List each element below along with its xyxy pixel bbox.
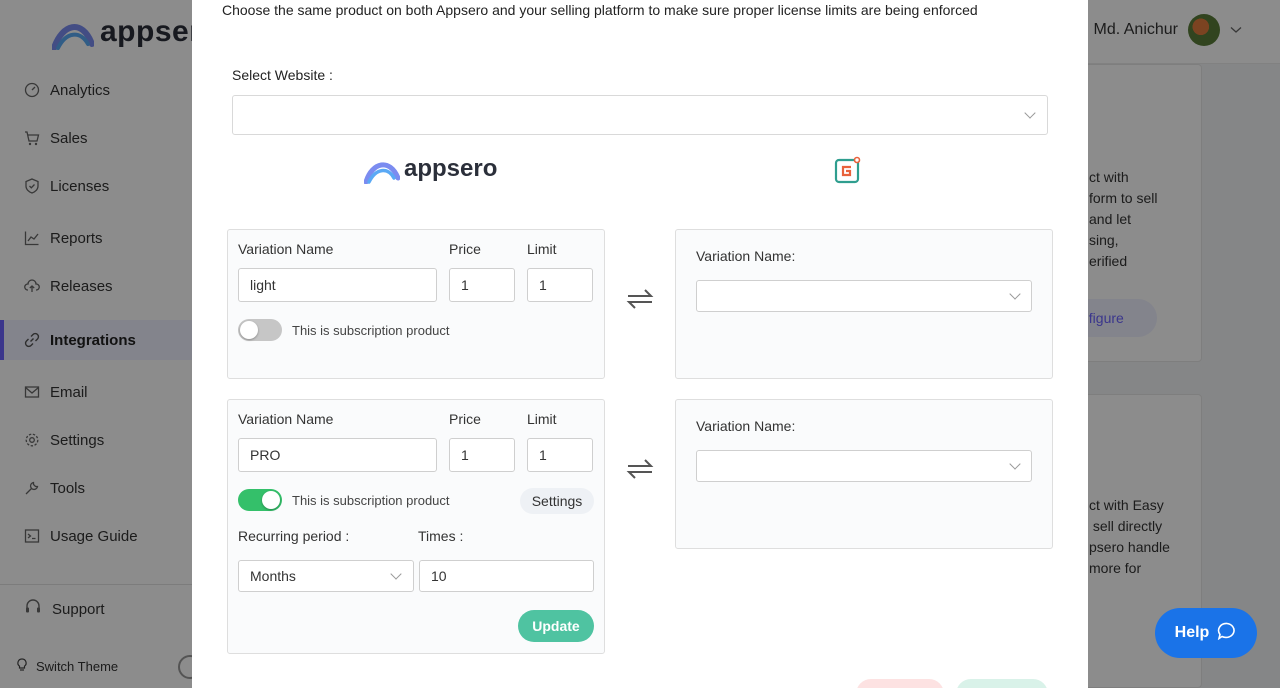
chevron-down-icon — [1009, 288, 1021, 300]
chat-bubble-icon — [1217, 622, 1237, 645]
appsero-logo-text: appsero — [404, 155, 498, 182]
toggle-knob — [240, 321, 258, 339]
platform-variation-select[interactable] — [696, 280, 1032, 312]
price-label: Price — [449, 241, 481, 257]
selling-platform-logo-icon — [834, 156, 861, 184]
toggle-knob — [262, 491, 280, 509]
platform-variation-panel: Variation Name: — [675, 229, 1053, 379]
limit-input[interactable]: 1 — [527, 438, 593, 472]
subscription-toggle[interactable] — [238, 489, 282, 511]
limit-input[interactable]: 1 — [527, 268, 593, 302]
recurring-period-select[interactable]: Months — [238, 560, 414, 592]
limit-label: Limit — [527, 241, 557, 257]
help-label: Help — [1174, 624, 1210, 641]
variation-name-input[interactable]: PRO — [238, 438, 437, 472]
update-button[interactable]: Update — [518, 610, 594, 642]
platform-variation-label: Variation Name: — [696, 418, 796, 434]
subscription-toggle[interactable] — [238, 319, 282, 341]
recurring-period-value: Months — [250, 568, 296, 584]
platform-variation-label: Variation Name: — [696, 248, 796, 264]
chevron-down-icon — [1009, 458, 1021, 470]
price-input[interactable]: 1 — [449, 438, 515, 472]
variation-name-input[interactable]: light — [238, 268, 437, 302]
variation-name-label: Variation Name — [238, 241, 334, 257]
appsero-variation-panel: Variation Name Price Limit light 1 1 Thi… — [227, 229, 605, 379]
product-mapping-modal: Choose the same product on both Appsero … — [192, 0, 1088, 688]
subscription-label: This is subscription product — [292, 493, 450, 508]
chevron-down-icon — [390, 568, 402, 580]
appsero-logo: appsero — [364, 154, 497, 184]
times-input[interactable]: 10 — [419, 560, 594, 592]
chevron-down-icon — [1024, 107, 1036, 119]
modal-intro-text: Choose the same product on both Appsero … — [222, 2, 978, 18]
select-website-dropdown[interactable] — [232, 95, 1048, 135]
swap-arrows-icon — [626, 459, 654, 479]
variation-name-label: Variation Name — [238, 411, 334, 427]
subscription-settings-button[interactable]: Settings — [520, 488, 594, 514]
save-button[interactable] — [956, 679, 1048, 688]
appsero-variation-panel: Variation Name Price Limit PRO 1 1 This … — [227, 399, 605, 654]
platform-variation-panel: Variation Name: — [675, 399, 1053, 549]
times-label: Times : — [418, 528, 464, 544]
limit-label: Limit — [527, 411, 557, 427]
swap-arrows-icon — [626, 289, 654, 309]
cancel-button[interactable] — [856, 679, 944, 688]
recurring-period-label: Recurring period : — [238, 528, 350, 544]
subscription-label: This is subscription product — [292, 323, 450, 338]
select-website-label: Select Website : — [232, 67, 333, 83]
price-input[interactable]: 1 — [449, 268, 515, 302]
appsero-logo-icon — [364, 162, 400, 184]
price-label: Price — [449, 411, 481, 427]
help-button[interactable]: Help — [1155, 608, 1257, 658]
platform-variation-select[interactable] — [696, 450, 1032, 482]
